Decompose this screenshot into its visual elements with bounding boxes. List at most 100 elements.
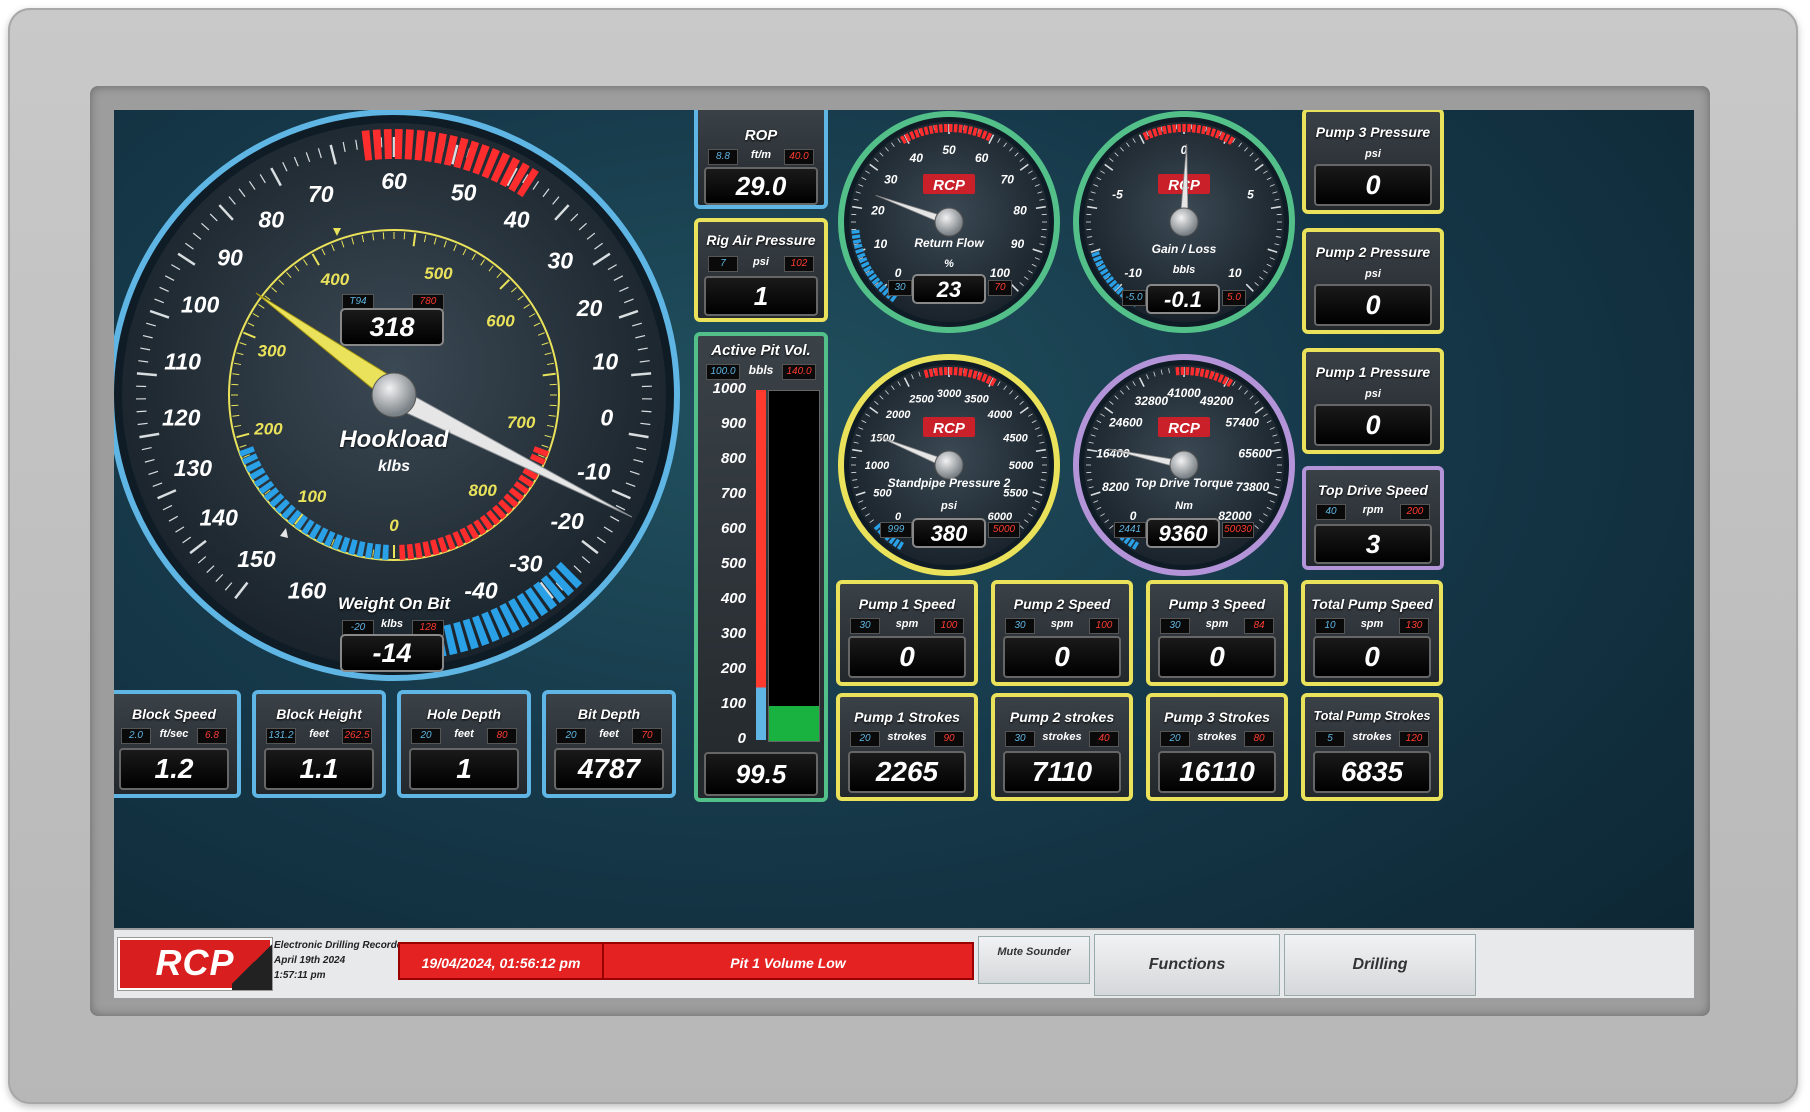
pump-1-speed-title: Pump 1 Speed — [858, 596, 956, 612]
pit-tank — [768, 390, 820, 742]
pump-1-pressure-units: psi — [1365, 388, 1381, 400]
pit-value: 99.5 — [704, 752, 818, 796]
hookload-outer-label: -20 — [551, 508, 584, 534]
pump-2-strokes-panel: Pump 2 strokes strokes 30 40 7110 — [991, 693, 1133, 801]
pit-volume-panel: Active Pit Vol. 100.0 bbls 140.0 1000 900… — [694, 332, 828, 802]
gauge-tick-label: 65600 — [1238, 447, 1272, 461]
functions-button[interactable]: Functions — [1094, 934, 1280, 996]
pump-3-speed-title: Pump 3 Speed — [1168, 596, 1266, 612]
total-pump-speed-panel: Total Pump Speed spm 10 130 0 — [1301, 580, 1443, 686]
current-time: 1:57:11 pm — [274, 970, 326, 981]
torque-hi: 50030 — [1222, 522, 1254, 538]
hookload-outer-label: 80 — [258, 207, 284, 233]
gauge-tick-label: 4000 — [987, 409, 1013, 421]
gauge-tick-label: 82000 — [1218, 509, 1252, 523]
alarm-timestamp[interactable]: 19/04/2024, 01:56:12 pm — [398, 942, 604, 980]
hookload-outer-label: 30 — [548, 247, 574, 273]
hookload-title: Hookload — [339, 426, 449, 453]
hookload-value: 318 — [340, 308, 444, 346]
hole-depth-value: 1 — [409, 748, 519, 790]
hookload-outer-label: 120 — [162, 404, 201, 430]
gauge-tick-label: 41000 — [1166, 386, 1201, 400]
hookload-inner-label: 0 — [389, 516, 399, 535]
gauge-tick-label: 10 — [1228, 266, 1242, 280]
gauge-tick-label: 60 — [975, 151, 989, 165]
gain-loss-value: -0.1 — [1146, 284, 1220, 314]
block-speed-value: 1.2 — [119, 748, 229, 790]
pump-3-pressure-title: Pump 3 Pressure — [1315, 124, 1431, 140]
rop-panel: ROP 8.8 ft/m 40.0 29.0 — [694, 110, 828, 209]
gauge-tick-label: 40 — [909, 151, 924, 165]
gauge-tick-label: 49200 — [1199, 394, 1234, 408]
pump-1-speed-panel: Pump 1 Speed spm 30 100 0 — [836, 580, 978, 686]
gauge-tick-label: 5000 — [1009, 460, 1034, 472]
bit-depth-lo: 20 — [556, 728, 586, 744]
pump-3-strokes-lo: 20 — [1160, 731, 1190, 747]
pump-2-speed-hi: 100 — [1089, 618, 1119, 634]
wob-title: Weight On Bit — [337, 594, 451, 613]
pit-scale-label: 0 — [737, 730, 746, 747]
bit-depth-title: Bit Depth — [577, 706, 641, 722]
block-height-title: Block Height — [276, 706, 362, 722]
wob-units: klbs — [380, 618, 403, 630]
hookload-inner-label: 100 — [298, 487, 327, 506]
gauge-layer: 60 50403020100-10-20-30-40160150140130120… — [114, 110, 1295, 681]
rop-value: 29.0 — [704, 167, 818, 205]
rig-air-hi: 102 — [784, 256, 814, 272]
gauge-tick-label: 10 — [874, 237, 888, 251]
pump-3-pressure-value: 0 — [1314, 164, 1432, 206]
pump-1-strokes-panel: Pump 1 Strokes strokes 20 90 2265 — [836, 693, 978, 801]
standpipe-lo: 999 — [880, 522, 912, 538]
gauge-tick-label: 90 — [1011, 237, 1025, 251]
rig-air-title: Rig Air Pressure — [706, 232, 816, 248]
torque-units: Nm — [1175, 500, 1193, 512]
recorder-info: Electronic Drilling Recorder April 19th … — [274, 938, 406, 983]
mute-sounder-button[interactable]: Mute Sounder — [978, 936, 1090, 984]
gauge-tick-label: 3500 — [964, 393, 989, 405]
return-flow-units: % — [944, 258, 954, 270]
hookload-outer-label: 20 — [576, 295, 603, 321]
mute-sounder-label: Mute Sounder — [997, 946, 1071, 958]
pit-scale-label: 100 — [720, 695, 746, 712]
top-drive-speed-title: Top Drive Speed — [1318, 482, 1428, 498]
hookload-outer-label: 110 — [164, 349, 201, 375]
gauge-tick-label: 24600 — [1108, 416, 1143, 430]
pump-1-strokes-hi: 90 — [934, 731, 964, 747]
drilling-screen: 60 50 40 30 20 10 0 -10 -20 -30 -40 160 150 140 130 120… — [114, 110, 1694, 998]
wob-value: -14 — [340, 634, 444, 672]
rcp-gauge-logo-text: RCP — [1168, 420, 1201, 437]
gain-loss-title: Gain / Loss — [1151, 242, 1217, 256]
alarm-message[interactable]: Pit 1 Volume Low — [602, 942, 974, 980]
pump-2-strokes-title: Pump 2 strokes — [1009, 709, 1115, 725]
pump-1-strokes-value: 2265 — [848, 751, 966, 793]
gauge-tick-label: 32800 — [1135, 394, 1169, 408]
hole-depth-lo: 20 — [411, 728, 441, 744]
block-speed-hi: 6.8 — [197, 728, 227, 744]
pit-scale-label: 200 — [720, 660, 746, 677]
gauge-tick-label: -5 — [1112, 187, 1123, 201]
pump-1-strokes-title: Pump 1 Strokes — [854, 709, 960, 725]
gauge-tick-label: 2000 — [885, 409, 911, 421]
pit-scale-label: 700 — [720, 485, 746, 502]
bit-depth-value: 4787 — [554, 748, 664, 790]
gain-loss-units: bbls — [1172, 264, 1196, 276]
block-height-hi: 262.5 — [342, 728, 372, 744]
gauge-tick-label: 4500 — [1002, 432, 1028, 444]
hookload-inner-label: 700 — [507, 413, 536, 432]
gauge-tick-label: 80 — [1013, 204, 1027, 218]
pit-scale-label: 900 — [720, 415, 746, 432]
hookload-inner-label: 500 — [424, 264, 453, 283]
hookload-outer-label: 150 — [237, 546, 276, 572]
return-flow-lo: 30 — [888, 280, 912, 296]
hookload-outer-label: -30 — [509, 551, 542, 577]
pump-1-pressure-panel: Pump 1 Pressure psi 0 — [1302, 348, 1444, 454]
pit-scale-label: 600 — [720, 520, 746, 537]
return-flow-hi: 70 — [988, 280, 1012, 296]
total-pump-strokes-lo: 5 — [1315, 731, 1345, 747]
block-speed-title: Block Speed — [131, 706, 217, 722]
hookload-units: klbs — [377, 458, 410, 475]
pump-1-speed-lo: 30 — [850, 618, 880, 634]
top-drive-speed-hi: 200 — [1400, 504, 1430, 520]
gauge-tick-label: 0 — [895, 266, 902, 280]
drilling-button[interactable]: Drilling — [1284, 934, 1476, 996]
